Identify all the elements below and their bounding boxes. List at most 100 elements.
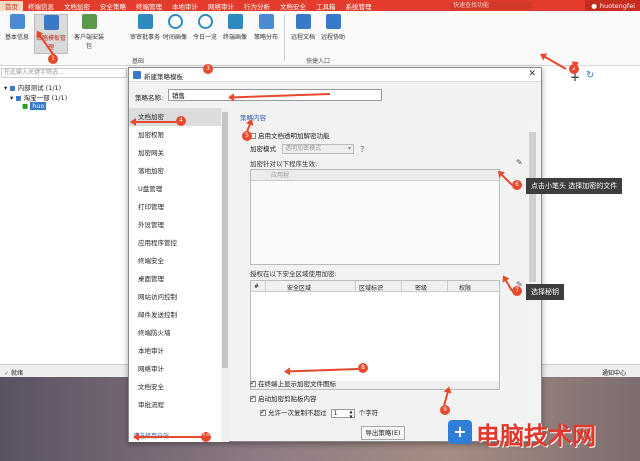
nav-item-doc-security[interactable]: 文档安全 (129, 378, 221, 396)
export-policy-button[interactable]: 导出策略(E) (361, 426, 405, 440)
menu-doc-encryption[interactable]: 文档加密 (59, 1, 95, 11)
refresh-icon[interactable]: ↻ (586, 70, 594, 81)
annotation-4: 4 (176, 116, 186, 126)
menu-network-audit[interactable]: 网络审计 (203, 1, 239, 11)
copy-limit-checkbox[interactable] (260, 408, 266, 416)
menu-local-audit[interactable]: 本地审计 (167, 1, 203, 11)
computer-icon: ■ (22, 102, 29, 110)
clipboard-encrypt-checkbox[interactable] (250, 394, 256, 402)
content-scrollbar[interactable] (528, 122, 537, 418)
nav-scrollbar[interactable] (221, 108, 229, 442)
ribbon-terminal-profile-button[interactable]: 终端画像 (220, 14, 250, 41)
nav-item-firewall[interactable]: 终端防火墙 (129, 324, 221, 342)
person-icon (9, 14, 25, 29)
user-icon: ● (591, 1, 597, 10)
app-logo-icon (133, 71, 141, 79)
column-divider (447, 281, 448, 292)
annotation-arrow (132, 121, 176, 123)
nav-item-desktop-mgmt[interactable]: 桌面管理 (129, 270, 221, 288)
copy-limit-stepper[interactable]: 1 ▲ ▼ (330, 408, 355, 419)
encryption-mode-select[interactable]: 透明加密模式 ▾ (282, 144, 355, 154)
menu-doc-security[interactable]: 文档安全 (275, 1, 311, 11)
menu-terminal-info[interactable]: 终端信息 (23, 1, 59, 11)
edit-pen-icon[interactable]: ✎ (516, 158, 523, 167)
ribbon-label: 今日一览 (192, 34, 217, 41)
watermark: + 电脑技术网 (448, 408, 640, 461)
close-icon[interactable]: ✕ (528, 69, 536, 79)
nav-item-terminal-security[interactable]: 终端安全 (129, 252, 221, 270)
ribbon-remote-assist-button[interactable]: 远程协助 (318, 14, 348, 41)
nav-item-web-access[interactable]: 网站访问控制 (129, 288, 221, 306)
menu-security-policy[interactable]: 安全策略 (95, 1, 131, 11)
remote-icon (325, 14, 341, 29)
enable-encryption-row[interactable]: 启用文档透明加解密功能 (250, 130, 330, 140)
tree-node-taobao[interactable]: ▾ ■ 淘宝一部 (1/1) (10, 92, 67, 102)
annotation-3: 3 (203, 64, 213, 74)
menu-behavior[interactable]: 行为分析 (239, 1, 275, 11)
ribbon-remote-doc-button[interactable]: 远程文档 (288, 14, 318, 41)
tree-label: huo (30, 102, 47, 110)
menu-terminal-mgmt[interactable]: 终端管理 (131, 1, 167, 11)
clock-icon (197, 14, 213, 29)
column-divider (355, 281, 356, 292)
ribbon-time-profile-button[interactable]: 时间画像 (160, 14, 190, 41)
column-index: # (254, 283, 260, 290)
copy-limit-option[interactable]: 允许一次复制不超过 1 ▲▼ 个字符 (260, 407, 378, 419)
nav-item-encrypt-gateway[interactable]: 加密网关 (129, 144, 221, 162)
nav-item-local-audit[interactable]: 本地审计 (129, 342, 221, 360)
watermark-logo-icon: + (448, 420, 472, 444)
clipboard-encrypt-option[interactable]: 启动加密剪贴板内容 (250, 393, 317, 403)
menu-toolbox[interactable]: 工具箱 (311, 1, 341, 11)
chart-icon (258, 14, 274, 29)
secure-zone-header: # 安全区域 区域标识 密级 权限 (251, 281, 499, 292)
quick-search-input[interactable]: 快速查找功能 (450, 1, 532, 10)
nav-item-mail-control[interactable]: 邮件发送控制 (129, 306, 221, 324)
chevron-down-icon: ▾ (348, 145, 352, 152)
encryption-mode-value: 透明加密模式 (285, 145, 322, 152)
ribbon-approval-button[interactable]: 审审批事务 (130, 14, 160, 41)
program-column-header: 应用程 (271, 172, 290, 179)
tree-filter-input[interactable]: 在此输入关键字筛选... (1, 68, 127, 78)
content-scroll-thumb[interactable] (529, 132, 536, 282)
annotation-tip-select-key: 选择秘钥 (526, 284, 564, 300)
menu-home[interactable]: 首页 (0, 0, 23, 11)
show-icon-label: 在终端上显示加密文件图标 (258, 380, 336, 388)
folder-icon (295, 14, 311, 29)
ribbon-policy-dist-button[interactable]: 策略分布 (251, 14, 281, 41)
tree-node-internal[interactable]: ▾ ■ 内部测试 (1/1) (4, 82, 61, 92)
new-policy-template-dialog: 新建策略模板 ✕ 策略名称: 文档加密 加密权限 加密网关 落地加密 U盘管理 … (128, 67, 542, 442)
nav-item-doc-encryption[interactable]: 文档加密 (129, 108, 221, 126)
nav-item-usb-mgmt[interactable]: U盘管理 (129, 180, 221, 198)
user-menu[interactable]: ● huotengfei (585, 0, 640, 11)
tree-node-huo[interactable]: ■ huo (22, 102, 47, 110)
ribbon-label: 基本信息 (4, 34, 29, 41)
monitor-icon (227, 14, 243, 29)
watermark-text: 电脑技术网 (476, 422, 596, 450)
nav-item-network-audit[interactable]: 网络审计 (129, 360, 221, 378)
nav-scroll-thumb[interactable] (222, 112, 228, 368)
dialog-title: 新建策略模板 (144, 73, 183, 81)
enable-encryption-label: 启用文档透明加解密功能 (258, 132, 330, 140)
nav-item-peripheral-mgmt[interactable]: 外设管理 (129, 216, 221, 234)
approval-icon (137, 14, 153, 29)
encrypted-programs-list[interactable]: 应用程 (250, 169, 500, 265)
template-icon (43, 15, 59, 30)
nav-item-app-control[interactable]: 应用程序管控 (129, 234, 221, 252)
ribbon-today-button[interactable]: 今日一览 (190, 14, 220, 41)
stepper-arrows-icon[interactable]: ▲ ▼ (350, 409, 353, 419)
show-icon-checkbox[interactable] (250, 379, 256, 387)
menu-system[interactable]: 系统管理 (341, 1, 377, 11)
help-icon[interactable]: ? (360, 145, 364, 154)
ribbon-label: 远程协助 (320, 34, 345, 41)
nav-item-landing-encrypt[interactable]: 落地加密 (129, 162, 221, 180)
ribbon-separator (284, 15, 285, 61)
column-divider (401, 281, 402, 292)
nav-item-print-mgmt[interactable]: 打印管理 (129, 198, 221, 216)
ribbon-basic-info-button[interactable]: 基本信息 (2, 14, 32, 41)
show-icon-option[interactable]: 在终端上显示加密文件图标 (250, 378, 336, 388)
check-icon: ✓ (4, 370, 10, 377)
notification-center[interactable]: 通知中心 (602, 368, 626, 377)
nav-item-approval-flow[interactable]: 审批流程 (129, 396, 221, 414)
nav-item-encrypt-permission[interactable]: 加密权限 (129, 126, 221, 144)
ribbon-installer-button[interactable]: 客户端安装包 (72, 14, 106, 50)
